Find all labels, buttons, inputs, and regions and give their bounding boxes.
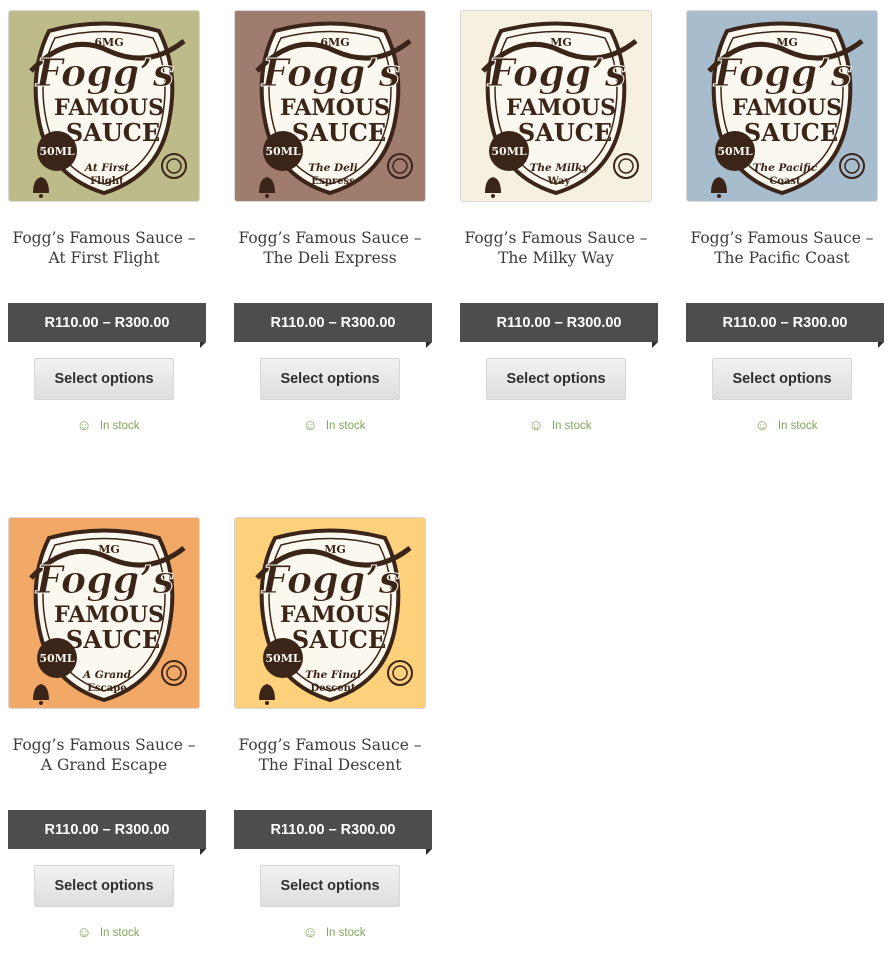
smiley-icon: ☺ (76, 417, 92, 434)
strength-text: MG (550, 36, 572, 49)
volume-text: 50ML (717, 145, 752, 158)
brand-text: Fogg’s (35, 557, 174, 602)
product-card: MG Fogg’s FAMOUS SAUCE 50ML A Grand Esca… (8, 517, 207, 957)
price-ribbon-fold (652, 342, 658, 348)
flavor-text-line2: Descent (310, 683, 355, 694)
smiley-icon: ☺ (754, 417, 770, 434)
strength-text: MG (776, 36, 798, 49)
select-options-button[interactable]: Select options (34, 358, 174, 400)
smiley-icon: ☺ (302, 417, 318, 434)
flavor-text-line1: At First (84, 162, 129, 174)
stock-label: In stock (325, 419, 366, 432)
stock-label: In stock (99, 926, 140, 939)
product-title[interactable]: Fogg’s Famous Sauce – The Deli Express (234, 228, 426, 268)
product-image[interactable]: MG Fogg’s FAMOUS SAUCE 50ML The Milky Wa… (460, 10, 652, 202)
product-card: MG Fogg’s FAMOUS SAUCE 50ML The Pacific … (686, 10, 885, 450)
stock-label: In stock (325, 926, 366, 939)
flavor-text-line1: The Pacific (753, 162, 818, 174)
strength-text: 6MG (320, 36, 349, 49)
product-label-art: MG Fogg’s FAMOUS SAUCE 50ML The Pacific … (687, 11, 877, 201)
product-title[interactable]: Fogg’s Famous Sauce – At First Flight (8, 228, 200, 268)
stock-status: ☺ In stock (234, 418, 434, 433)
brand-sauce-text: SAUCE (518, 118, 612, 147)
flavor-text-line2: Escape (87, 683, 126, 694)
product-card: MG Fogg’s FAMOUS SAUCE 50ML The Milky Wa… (460, 10, 659, 450)
price-ribbon-fold (426, 342, 432, 348)
volume-text: 50ML (39, 145, 74, 158)
product-label-art: MG Fogg’s FAMOUS SAUCE 50ML The Final De… (235, 518, 425, 708)
brand-sauce-text: SAUCE (292, 118, 386, 147)
product-image[interactable]: MG Fogg’s FAMOUS SAUCE 50ML The Pacific … (686, 10, 878, 202)
select-options-button[interactable]: Select options (260, 358, 400, 400)
flavor-text-line2: Way (547, 176, 572, 187)
stock-status: ☺ In stock (8, 418, 208, 433)
brand-text: Fogg’s (713, 50, 852, 95)
stock-status: ☺ In stock (460, 418, 660, 433)
product-label-art: MG Fogg’s FAMOUS SAUCE 50ML A Grand Esca… (9, 518, 199, 708)
product-image[interactable]: MG Fogg’s FAMOUS SAUCE 50ML The Final De… (234, 517, 426, 709)
volume-text: 50ML (265, 145, 300, 158)
product-title[interactable]: Fogg’s Famous Sauce – The Milky Way (460, 228, 652, 268)
product-image[interactable]: 6MG Fogg’s FAMOUS SAUCE 50ML The Deli Ex… (234, 10, 426, 202)
product-image[interactable]: MG Fogg’s FAMOUS SAUCE 50ML A Grand Esca… (8, 517, 200, 709)
product-grid: 6MG Fogg’s FAMOUS SAUCE 50ML At First Fl… (0, 0, 894, 959)
brand-sauce-text: SAUCE (66, 118, 160, 147)
product-card: 6MG Fogg’s FAMOUS SAUCE 50ML The Deli Ex… (234, 10, 433, 450)
smiley-icon: ☺ (528, 417, 544, 434)
strength-text: MG (98, 543, 120, 556)
flavor-text-line1: The Deli (308, 162, 358, 174)
brand-sauce-text: SAUCE (744, 118, 838, 147)
brand-text: Fogg’s (261, 50, 400, 95)
stock-status: ☺ In stock (234, 925, 434, 940)
price-ribbon-fold (200, 342, 206, 348)
product-label-art: MG Fogg’s FAMOUS SAUCE 50ML The Milky Wa… (461, 11, 651, 201)
flavor-text-line2: Coast (769, 176, 801, 187)
price-ribbon-fold (200, 849, 206, 855)
stock-label: In stock (777, 419, 818, 432)
product-title[interactable]: Fogg’s Famous Sauce – A Grand Escape (8, 735, 200, 775)
flavor-text-line2: Flight (90, 176, 124, 187)
price-range: R110.00 – R300.00 (686, 303, 884, 342)
select-options-button[interactable]: Select options (486, 358, 626, 400)
select-options-button[interactable]: Select options (712, 358, 852, 400)
price-range: R110.00 – R300.00 (234, 303, 432, 342)
price-range: R110.00 – R300.00 (8, 303, 206, 342)
price-range: R110.00 – R300.00 (234, 810, 432, 849)
product-card: MG Fogg’s FAMOUS SAUCE 50ML The Final De… (234, 517, 433, 957)
brand-sauce-text: SAUCE (292, 625, 386, 654)
stock-label: In stock (551, 419, 592, 432)
brand-sauce-text: SAUCE (66, 625, 160, 654)
volume-text: 50ML (491, 145, 526, 158)
smiley-icon: ☺ (302, 924, 318, 941)
volume-text: 50ML (265, 652, 300, 665)
brand-text: Fogg’s (35, 50, 174, 95)
product-label-art: 6MG Fogg’s FAMOUS SAUCE 50ML The Deli Ex… (235, 11, 425, 201)
flavor-text-line1: The Final (305, 669, 361, 681)
stock-status: ☺ In stock (8, 925, 208, 940)
strength-text: 6MG (94, 36, 123, 49)
price-range: R110.00 – R300.00 (460, 303, 658, 342)
select-options-button[interactable]: Select options (34, 865, 174, 907)
product-title[interactable]: Fogg’s Famous Sauce – The Final Descent (234, 735, 426, 775)
product-card: 6MG Fogg’s FAMOUS SAUCE 50ML At First Fl… (8, 10, 207, 450)
brand-text: Fogg’s (261, 557, 400, 602)
brand-text: Fogg’s (487, 50, 626, 95)
product-label-art: 6MG Fogg’s FAMOUS SAUCE 50ML At First Fl… (9, 11, 199, 201)
smiley-icon: ☺ (76, 924, 92, 941)
stock-label: In stock (99, 419, 140, 432)
strength-text: MG (324, 543, 346, 556)
volume-text: 50ML (39, 652, 74, 665)
flavor-text-line2: Express (311, 176, 355, 187)
stock-status: ☺ In stock (686, 418, 886, 433)
price-range: R110.00 – R300.00 (8, 810, 206, 849)
select-options-button[interactable]: Select options (260, 865, 400, 907)
flavor-text-line1: The Milky (530, 162, 590, 174)
flavor-text-line1: A Grand (82, 669, 132, 681)
price-ribbon-fold (426, 849, 432, 855)
price-ribbon-fold (878, 342, 884, 348)
product-title[interactable]: Fogg’s Famous Sauce – The Pacific Coast (686, 228, 878, 268)
product-image[interactable]: 6MG Fogg’s FAMOUS SAUCE 50ML At First Fl… (8, 10, 200, 202)
